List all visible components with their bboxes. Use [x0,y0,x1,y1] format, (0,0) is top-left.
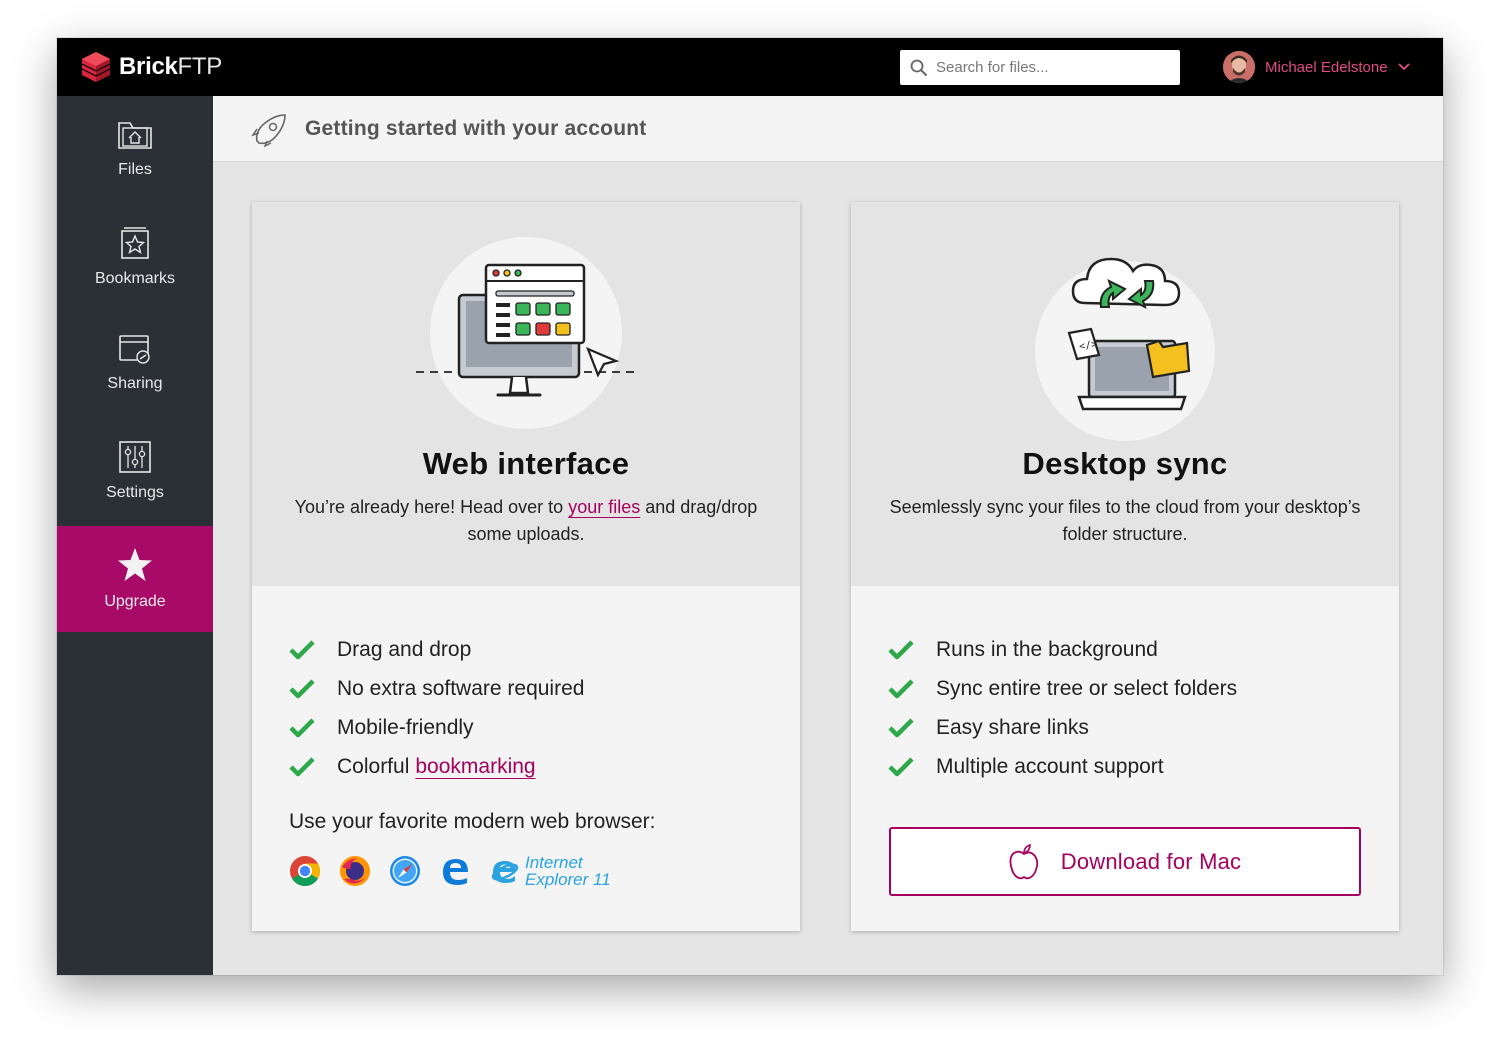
checkmark-icon [289,639,337,660]
card-description: Seemlessly sync your files to the cloud … [889,497,1361,544]
edge-icon [443,859,468,885]
brand-logo[interactable]: BrickFTP [79,50,222,84]
rocket-icon [251,113,286,147]
sidebar-item-upgrade[interactable]: Upgrade [57,526,213,632]
desktop-sync-card: </> Desktop sync Seemlessly sync your fi… [851,202,1399,931]
list-item: Mobile-friendly [289,708,584,747]
browser-icons: Internet Explorer 11 [289,854,611,888]
search-icon [910,59,927,76]
download-for-mac-button[interactable]: Download for Mac [889,827,1361,896]
ie-logo: Internet Explorer 11 [489,854,611,888]
feature-list: Runs in the background Sync entire tree … [888,630,1237,786]
top-bar: BrickFTP Michael Edelstone [57,38,1443,96]
sharing-link-icon [119,335,150,364]
card-title: Web interface [422,446,630,481]
list-item: Drag and drop [289,630,584,669]
sidebar-item-label: Settings [106,484,164,501]
browser-monitor-icon [416,263,636,397]
list-item: Easy share links [888,708,1237,747]
apple-icon [1009,843,1038,879]
checkmark-icon [888,756,936,777]
search-input[interactable] [936,59,1166,76]
sidebar-item-label: Bookmarks [94,270,176,287]
internet-explorer-icon [491,861,519,883]
checkmark-icon [888,639,936,660]
sidebar-item-label: Files [118,161,152,178]
firefox-icon [340,856,370,886]
sidebar-item-settings[interactable]: Settings [57,418,213,524]
cloud-sync-laptop-icon: </> [1067,257,1191,411]
brand-name: BrickFTP [119,53,222,80]
web-interface-illustration [416,237,636,429]
card-header: Web interface You’re already here! Head … [252,202,800,586]
sidebar-item-sharing[interactable]: Sharing [57,310,213,416]
ie-label: Internet Explorer 11 [525,853,611,889]
bookmarking-link[interactable]: bookmarking [415,755,535,779]
list-item: Multiple account support [888,747,1237,786]
download-button-label: Download for Mac [1060,848,1242,874]
list-item: Colorful bookmarking [289,747,584,786]
list-item: Runs in the background [888,630,1237,669]
card-description: You’re already here! Head over to your f… [294,497,758,544]
user-name: Michael Edelstone [1265,58,1388,76]
chrome-icon [290,856,321,887]
sliders-icon [119,441,151,473]
page-header: Getting started with your account [213,96,1443,162]
desktop-sync-illustration: </> [1035,257,1215,441]
sidebar-item-bookmarks[interactable]: Bookmarks [57,204,213,310]
browsers-label: Use your favorite modern web browser: [289,810,656,833]
avatar [1223,51,1255,83]
card-title: Desktop sync [1022,446,1228,481]
brick-logo-icon [81,52,111,82]
sidebar-item-files[interactable]: Files [57,96,213,202]
bookmark-star-icon [121,227,149,259]
feature-list: Drag and drop No extra software required… [289,630,584,786]
card-header: </> Desktop sync Seemlessly sync your fi… [851,202,1399,586]
user-menu[interactable]: Michael Edelstone [1223,51,1410,83]
web-interface-card: Web interface You’re already here! Head … [252,202,800,931]
checkmark-icon [888,717,936,738]
safari-icon [390,856,420,886]
folder-home-icon [118,122,152,149]
sidebar-item-label: Upgrade [104,593,166,610]
checkmark-icon [289,678,337,699]
search-box[interactable] [900,50,1180,85]
app-window: BrickFTP Michael Edelstone [57,38,1443,975]
list-item: Sync entire tree or select folders [888,669,1237,708]
chevron-down-icon [1397,63,1410,71]
sidebar: Files Bookmarks Sharing Settings Upgrade [57,96,213,975]
page-title: Getting started with your account [305,116,647,140]
sidebar-item-label: Sharing [107,375,163,392]
checkmark-icon [888,678,936,699]
list-item: No extra software required [289,669,584,708]
your-files-link[interactable]: your files [568,497,640,517]
star-icon [118,548,152,581]
checkmark-icon [289,756,337,777]
checkmark-icon [289,717,337,738]
